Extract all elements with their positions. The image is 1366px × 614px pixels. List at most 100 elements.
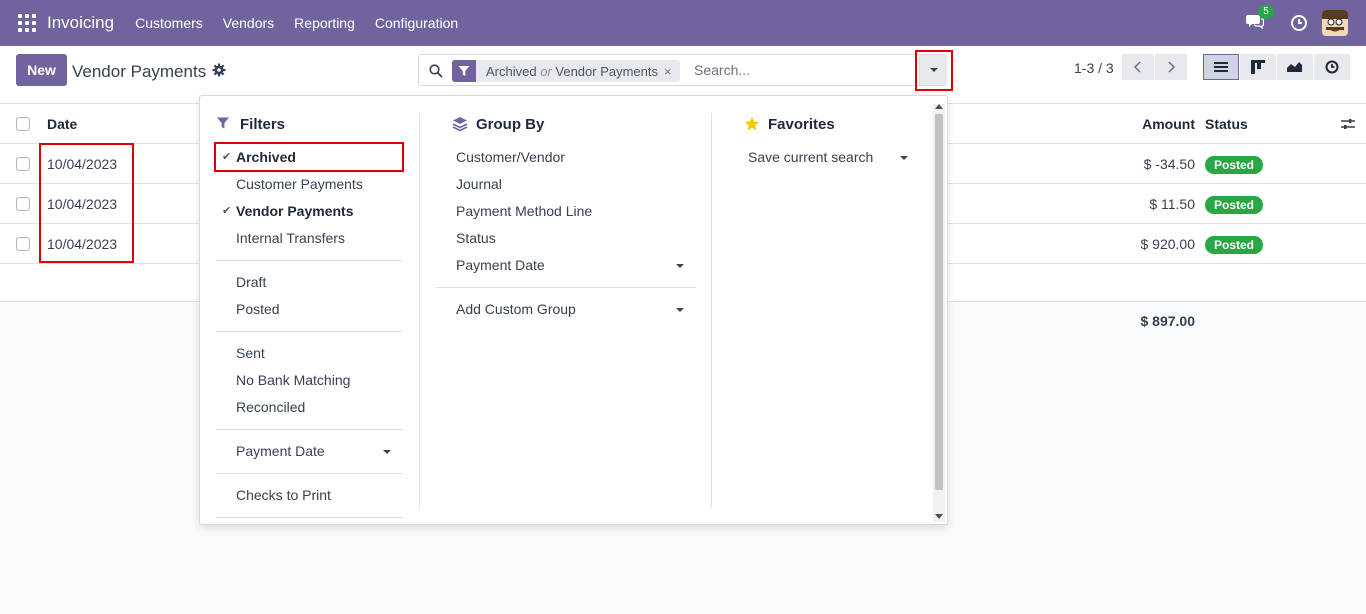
gear-icon[interactable] [212, 63, 226, 77]
pager-value[interactable]: 1-3 / 3 [1074, 60, 1114, 76]
menu-configuration[interactable]: Configuration [375, 15, 458, 31]
graph-view-button[interactable] [1277, 54, 1313, 80]
status-cell: Posted [1205, 235, 1264, 254]
scroll-down-icon[interactable] [935, 514, 943, 519]
chat-icon[interactable]: 5 [1246, 5, 1274, 33]
row-checkbox[interactable] [16, 236, 30, 251]
optional-columns-icon[interactable] [1340, 116, 1356, 132]
search-input[interactable] [694, 59, 914, 81]
list-view-button[interactable] [1203, 54, 1239, 80]
filter-item-reconciled[interactable]: Reconciled [216, 394, 403, 421]
filter-item-posted[interactable]: Posted [216, 296, 403, 323]
row-amount: $ 920.00 [1140, 235, 1196, 252]
filter-item-sent[interactable]: Sent [216, 340, 403, 367]
header-date[interactable]: Date [47, 116, 77, 132]
user-avatar[interactable] [1322, 10, 1348, 36]
caret-down-icon [383, 450, 391, 454]
filter-item-no-bank-matching[interactable]: No Bank Matching [216, 367, 403, 394]
groupby-item-status[interactable]: Status [436, 225, 696, 252]
column-divider [711, 113, 712, 508]
groupby-item-payment-date[interactable]: Payment Date [436, 252, 696, 279]
activity-view-button[interactable] [1314, 54, 1350, 80]
pager-next-button[interactable] [1155, 54, 1187, 80]
filter-item-checks-to-print[interactable]: Checks to Print [216, 482, 403, 509]
menu-reporting[interactable]: Reporting [294, 15, 355, 31]
filter-label: Draft [236, 274, 267, 290]
search-icon [429, 64, 443, 78]
facet-remove-icon[interactable]: × [664, 64, 680, 79]
filter-label: Archived [236, 149, 296, 165]
group-by-title: Group By [476, 115, 545, 133]
top-navbar: Invoicing Customers Vendors Reporting Co… [0, 0, 1366, 46]
divider [216, 260, 403, 261]
row-date: 10/04/2023 [47, 195, 118, 212]
kanban-view-icon [1251, 60, 1265, 74]
check-icon: ✔ [222, 151, 232, 163]
status-cell: Posted [1205, 155, 1264, 174]
search-bar[interactable]: Archived or Vendor Payments × [418, 54, 947, 86]
facet-or-separator: or [540, 63, 552, 79]
filter-label: Checks to Print [236, 487, 331, 503]
filter-label: Sent [236, 345, 265, 361]
divider [216, 517, 403, 518]
star-icon [744, 116, 760, 132]
row-checkbox[interactable] [16, 196, 30, 211]
groupby-item-payment-method-line[interactable]: Payment Method Line [436, 198, 696, 225]
filter-label: Customer Payments [236, 176, 363, 192]
caret-down-icon [676, 308, 684, 312]
app-name[interactable]: Invoicing [47, 13, 114, 33]
apps-menu-icon[interactable] [18, 14, 36, 32]
filters-title: Filters [240, 115, 286, 133]
kanban-view-button[interactable] [1240, 54, 1276, 80]
filter-item-archived[interactable]: ✔ Archived [216, 144, 403, 171]
filter-item-payment-date[interactable]: Payment Date [216, 438, 403, 465]
search-panel-toggle-button[interactable] [919, 55, 947, 85]
status-badge: Posted [1205, 195, 1264, 214]
divider [216, 429, 403, 430]
area-chart-icon [1287, 62, 1302, 72]
layers-icon [452, 116, 468, 132]
groupby-label: Journal [456, 176, 502, 192]
activity-clock-icon[interactable] [1290, 14, 1308, 32]
filter-item-vendor-payments[interactable]: ✔ Vendor Payments [216, 198, 403, 225]
status-badge: Posted [1205, 155, 1264, 174]
status-badge: Posted [1205, 235, 1264, 254]
filter-label: Reconciled [236, 399, 306, 415]
scroll-up-icon[interactable] [935, 104, 943, 109]
menu-vendors[interactable]: Vendors [223, 15, 274, 31]
page-title: Vendor Payments [72, 62, 207, 81]
row-checkbox[interactable] [16, 156, 30, 171]
pager-previous-button[interactable] [1122, 54, 1154, 80]
filter-icon [216, 116, 232, 132]
row-date: 10/04/2023 [47, 155, 118, 172]
filter-item-customer-payments[interactable]: Customer Payments [216, 171, 403, 198]
caret-down-icon [900, 156, 908, 160]
menu-customers[interactable]: Customers [135, 15, 203, 31]
select-all-checkbox[interactable] [16, 116, 30, 131]
row-amount: $ 11.50 [1149, 195, 1195, 212]
filter-label: Payment Date [236, 443, 325, 459]
filters-column: Filters ✔ Archived Customer Payments ✔ Ven… [216, 112, 403, 526]
caret-down-icon [676, 264, 684, 268]
header-amount[interactable]: Amount [1142, 116, 1195, 132]
row-date: 10/04/2023 [47, 235, 118, 252]
scrollbar-thumb[interactable] [935, 114, 943, 490]
groupby-label: Payment Date [456, 257, 545, 273]
groupby-label: Add Custom Group [456, 301, 576, 317]
groupby-item-customer-vendor[interactable]: Customer/Vendor [436, 144, 696, 171]
chat-badge: 5 [1258, 5, 1274, 19]
favorites-heading: Favorites [728, 112, 918, 136]
filter-label: No Bank Matching [236, 372, 351, 388]
search-facet-filter[interactable]: Archived or Vendor Payments × [452, 60, 680, 82]
filter-item-internal-transfers[interactable]: Internal Transfers [216, 225, 403, 252]
groupby-item-journal[interactable]: Journal [436, 171, 696, 198]
new-button[interactable]: New [16, 54, 67, 86]
dropdown-scrollbar[interactable] [933, 104, 945, 522]
groupby-label: Customer/Vendor [456, 149, 565, 165]
caret-down-icon [929, 68, 938, 72]
header-status[interactable]: Status [1205, 116, 1248, 132]
filter-label: Posted [236, 301, 280, 317]
favorites-save-current-search[interactable]: Save current search [728, 144, 918, 171]
filter-item-draft[interactable]: Draft [216, 269, 403, 296]
groupby-add-custom-group[interactable]: Add Custom Group [436, 296, 696, 323]
